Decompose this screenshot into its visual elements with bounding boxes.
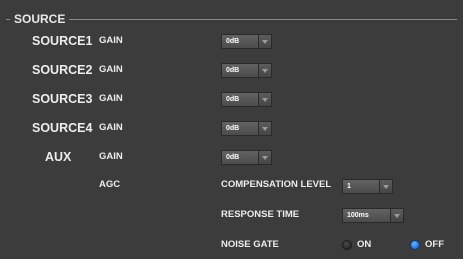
source-panel: SOURCE SOURCE1 GAIN 0dB SOURCE2 GAIN 0dB… bbox=[0, 0, 463, 259]
chevron-down-icon bbox=[258, 34, 272, 49]
chevron-down-icon bbox=[258, 150, 272, 165]
aux-gain-label: GAIN bbox=[99, 151, 123, 162]
noise-gate-on-radio[interactable]: ON bbox=[342, 239, 371, 251]
response-time-label: RESPONSE TIME bbox=[221, 209, 300, 220]
noise-gate-on-label: ON bbox=[357, 239, 372, 250]
section-divider bbox=[6, 19, 457, 20]
chevron-down-icon bbox=[390, 208, 404, 223]
source2-gain-label: GAIN bbox=[99, 64, 123, 75]
noise-gate-off-label: OFF bbox=[425, 239, 444, 250]
response-time-dropdown[interactable]: 100ms bbox=[342, 208, 404, 223]
response-time-value: 100ms bbox=[342, 208, 390, 223]
source3-gain-label: GAIN bbox=[99, 93, 123, 104]
aux-gain-value: 0dB bbox=[221, 150, 258, 165]
source4-gain-dropdown[interactable]: 0dB bbox=[221, 121, 272, 136]
chevron-down-icon bbox=[258, 63, 272, 78]
source2-gain-dropdown[interactable]: 0dB bbox=[221, 63, 272, 78]
chevron-down-icon bbox=[379, 179, 393, 194]
compensation-level-label: COMPENSATION LEVEL bbox=[221, 179, 332, 190]
radio-unselected-icon bbox=[342, 240, 352, 250]
noise-gate-off-radio[interactable]: OFF bbox=[410, 239, 444, 251]
source1-gain-dropdown[interactable]: 0dB bbox=[221, 34, 272, 49]
section-title: SOURCE bbox=[10, 10, 70, 28]
aux-label: AUX bbox=[45, 150, 72, 164]
source3-gain-value: 0dB bbox=[221, 92, 258, 107]
source3-label: SOURCE3 bbox=[32, 92, 93, 106]
source3-gain-dropdown[interactable]: 0dB bbox=[221, 92, 272, 107]
radio-selected-icon bbox=[410, 240, 420, 250]
source4-gain-label: GAIN bbox=[99, 122, 123, 133]
compensation-level-value: 1 bbox=[342, 179, 379, 194]
chevron-down-icon bbox=[258, 121, 272, 136]
agc-label: AGC bbox=[99, 179, 121, 190]
noise-gate-label: NOISE GATE bbox=[221, 239, 279, 250]
aux-gain-dropdown[interactable]: 0dB bbox=[221, 150, 272, 165]
chevron-down-icon bbox=[258, 92, 272, 107]
source2-gain-value: 0dB bbox=[221, 63, 258, 78]
source4-label: SOURCE4 bbox=[32, 121, 93, 135]
source1-label: SOURCE1 bbox=[32, 34, 93, 48]
source4-gain-value: 0dB bbox=[221, 121, 258, 136]
compensation-level-dropdown[interactable]: 1 bbox=[342, 179, 393, 194]
source2-label: SOURCE2 bbox=[32, 63, 93, 77]
source1-gain-value: 0dB bbox=[221, 34, 258, 49]
source1-gain-label: GAIN bbox=[99, 35, 123, 46]
